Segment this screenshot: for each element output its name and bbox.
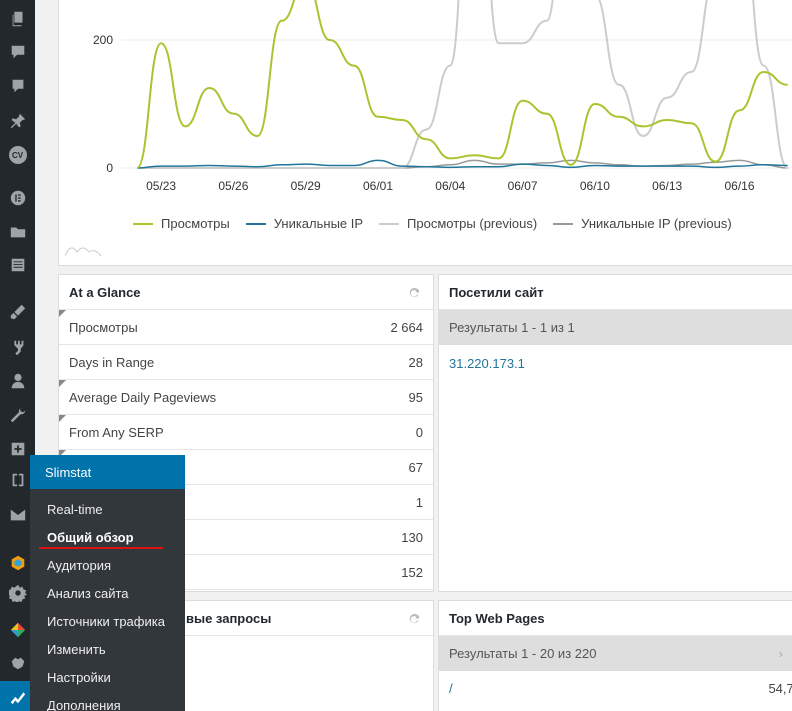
templates-icon[interactable] (0, 250, 35, 280)
panel-title: At a Glance (69, 284, 141, 300)
panel-title: Посетили сайт (449, 284, 544, 300)
submenu-item[interactable]: Настройки (30, 663, 185, 691)
glance-value: 67 (408, 459, 423, 475)
x-tick-label: 06/04 (435, 179, 465, 193)
expand-triangle-icon[interactable] (59, 415, 66, 422)
glance-row: Просмотры 2 664 (59, 310, 433, 345)
x-tick-label: 06/07 (508, 179, 538, 193)
series-line-0 (136, 0, 788, 169)
legend-label: Просмотры (previous) (407, 216, 538, 231)
top-web-pages-panel: Top Web Pages Результаты 1 - 20 из 220 ›… (438, 600, 792, 711)
legend-swatch (245, 222, 266, 225)
glance-value: 28 (408, 354, 423, 370)
x-tick-label: 05/23 (146, 179, 176, 193)
comments-icon[interactable] (0, 37, 35, 67)
folder-icon[interactable] (0, 217, 35, 247)
results-text: Результаты 1 - 20 из 220 (449, 646, 597, 661)
glance-row: Average Daily Pageviews 95 (59, 380, 433, 415)
x-tick-label: 06/16 (724, 179, 754, 193)
glance-row: From Any SERP 0 (59, 415, 433, 450)
chart-panel: 020040060005/2305/2605/2906/0106/0406/07… (58, 0, 792, 266)
visitor-row: 31.220.173.1 (439, 345, 792, 383)
appearance-icon[interactable] (0, 297, 35, 327)
chevron-right-icon[interactable]: › (779, 646, 783, 661)
glance-row: Days in Range 28 (59, 345, 433, 380)
results-bar: Результаты 1 - 20 из 220 › (439, 636, 792, 671)
page-link[interactable]: / (449, 681, 453, 696)
legend-item[interactable]: Просмотры (previous) (379, 216, 537, 231)
users-icon[interactable] (0, 366, 35, 396)
expand-triangle-icon[interactable] (59, 380, 66, 387)
submenu-title[interactable]: Slimstat (30, 455, 185, 489)
glance-value: 0 (415, 424, 423, 440)
visitors-panel: Посетили сайт ⁝ Результаты 1 - 1 из 1 31… (438, 274, 792, 592)
glance-value: 95 (408, 389, 423, 405)
pages-icon[interactable] (0, 4, 35, 34)
y-tick-label: 200 (93, 33, 113, 47)
glance-label: Average Daily Pageviews (69, 389, 217, 405)
legend-label: Уникальные IP (273, 216, 364, 231)
refresh-icon[interactable] (408, 612, 421, 625)
panel-header: Top Web Pages (439, 601, 792, 636)
active-underline (39, 547, 163, 549)
panel-header: At a Glance (59, 275, 433, 310)
submenu-item[interactable]: Аудитория (30, 551, 185, 579)
plugins-icon[interactable] (0, 333, 35, 363)
elementor-icon[interactable] (0, 183, 35, 213)
visitor-ip-link[interactable]: 31.220.173.1 (449, 356, 525, 371)
legend-label: Уникальные IP (previous) (581, 216, 732, 231)
submenu-item[interactable]: Общий обзор (30, 523, 185, 551)
glance-value: 1 (415, 494, 423, 510)
legend-item[interactable]: Просмотры (133, 216, 230, 231)
legend-item[interactable]: Уникальные IP (245, 216, 364, 231)
glance-label: Days in Range (69, 354, 155, 370)
y-tick-label: 0 (106, 161, 113, 175)
slimstat-submenu: Slimstat Real-time Общий обзор Аудитория Ан… (30, 455, 185, 711)
tools-icon[interactable] (0, 400, 35, 430)
panel-header: Посетили сайт ⁝ (439, 275, 792, 310)
legend-swatch (379, 222, 400, 225)
legend-swatch (133, 222, 153, 225)
expand-triangle-icon[interactable] (59, 310, 66, 317)
legend-swatch (553, 222, 574, 225)
x-tick-label: 05/26 (218, 179, 248, 193)
results-bar: Результаты 1 - 1 из 1 (439, 310, 792, 345)
x-tick-label: 05/29 (291, 179, 321, 193)
pin-icon[interactable] (0, 106, 35, 136)
chart-legend: Просмотры Уникальные IP Просмотры (previou… (133, 216, 732, 231)
legend-item[interactable]: Уникальные IP (previous) (553, 216, 732, 231)
x-tick-label: 06/10 (580, 179, 610, 193)
glance-label: Просмотры (69, 319, 138, 335)
glance-value: 152 (401, 564, 423, 580)
submenu-item[interactable]: Real-time (30, 495, 185, 523)
glance-label: From Any SERP (69, 424, 164, 440)
legend-label: Просмотры (161, 216, 230, 231)
panel-title: Top Web Pages (449, 610, 545, 626)
panel-title: вые запросы (186, 610, 272, 626)
mini-chart-icon (65, 247, 102, 257)
glance-value: 2 664 (390, 319, 423, 335)
submenu-item[interactable]: Источники трафика (30, 607, 185, 635)
x-tick-label: 06/01 (363, 179, 393, 193)
feedback-icon[interactable] (0, 71, 35, 101)
page-value: 54,73 (768, 681, 792, 696)
x-tick-label: 06/13 (652, 179, 682, 193)
refresh-icon[interactable] (408, 286, 421, 299)
glance-value: 130 (401, 529, 423, 545)
submenu-item[interactable]: Анализ сайта (30, 579, 185, 607)
cv-icon[interactable]: CV (0, 140, 35, 170)
page-row: / 54,73 (439, 671, 792, 706)
series-line-2 (137, 0, 789, 169)
submenu-item[interactable]: Изменить (30, 635, 185, 663)
submenu-item[interactable]: Дополнения (30, 691, 185, 711)
